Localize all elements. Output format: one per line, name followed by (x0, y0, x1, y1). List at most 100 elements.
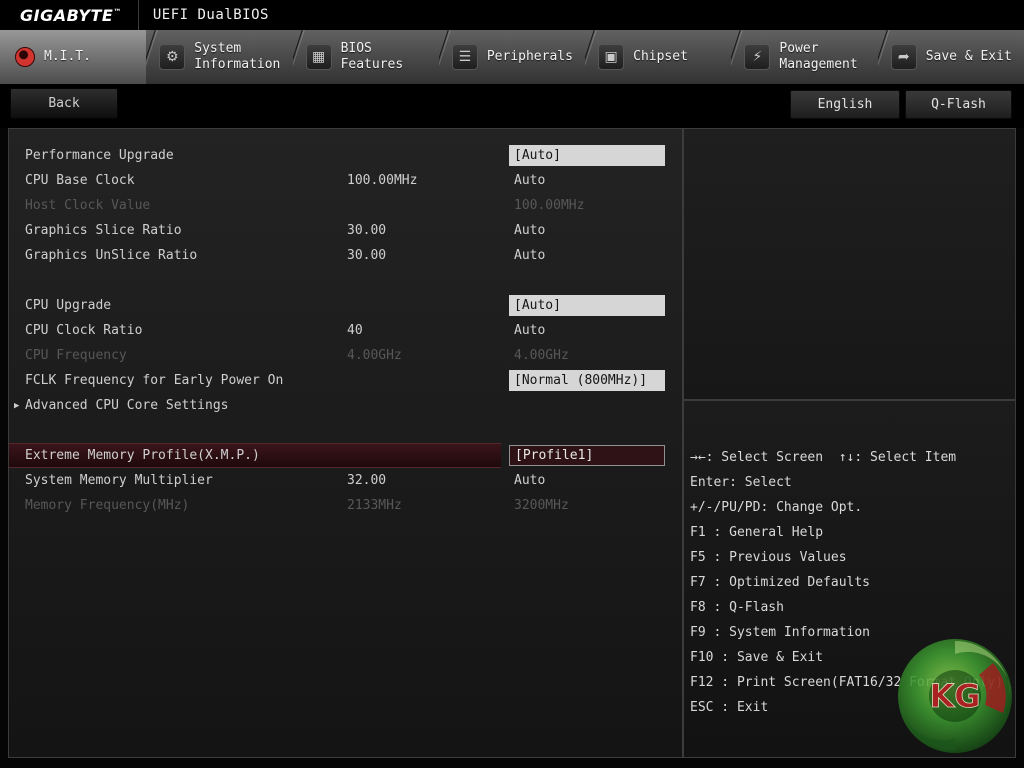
help-line: +/-/PU/PD: Change Opt. (690, 495, 1015, 520)
setting-row-main: CPU Frequency4.00GHz (9, 343, 501, 368)
setting-value-cell: 3200MHz (509, 498, 682, 513)
setting-current-value: 100.00MHz (347, 173, 493, 188)
tab-label: Chipset (633, 49, 727, 65)
setting-row[interactable]: Memory Frequency(MHz)2133MHz 3200MHz (9, 493, 682, 518)
setting-value-cell: [Auto] (509, 145, 682, 166)
setting-label: Performance Upgrade (9, 148, 347, 163)
setting-option-value: 100.00MHz (509, 198, 682, 213)
brand-text: GIGABYTE (20, 6, 113, 25)
setting-value-cell: Auto (509, 223, 682, 238)
setting-value-cell: 4.00GHz (509, 348, 682, 363)
setting-row[interactable]: ▶Advanced CPU Core Settings (9, 393, 682, 418)
setting-option-box[interactable]: [Profile1] (509, 445, 665, 466)
setting-current-value: 2133MHz (347, 498, 493, 513)
bios-title: UEFI DualBIOS (139, 7, 269, 23)
setting-label: Extreme Memory Profile(X.M.P.) (9, 448, 347, 463)
setting-current-value: 4.00GHz (347, 348, 493, 363)
setting-value-cell: [Profile1] (509, 445, 682, 466)
tab-chipset[interactable]: ▣ Chipset (585, 30, 731, 84)
setting-row[interactable]: Extreme Memory Profile(X.M.P.) [Profile1] (9, 443, 682, 468)
tab-save-exit[interactable]: ➦Save & Exit (878, 30, 1024, 84)
setting-option-value: Auto (509, 173, 682, 188)
settings-list: Performance Upgrade[Auto]CPU Base Clock1… (9, 129, 682, 518)
setting-value-cell: [Normal (800MHz)] (509, 370, 682, 391)
setting-row-main: Extreme Memory Profile(X.M.P.) (9, 443, 501, 468)
tab-label: Power Management (779, 41, 873, 74)
setting-row[interactable]: CPU Clock Ratio40 Auto (9, 318, 682, 343)
setting-current-value: 30.00 (347, 223, 493, 238)
help-line: F1 : General Help (690, 520, 1015, 545)
setting-row[interactable]: Graphics Slice Ratio30.00 Auto (9, 218, 682, 243)
setting-row[interactable]: FCLK Frequency for Early Power On [Normal… (9, 368, 682, 393)
setting-option-value: 3200MHz (509, 498, 682, 513)
setting-label: FCLK Frequency for Early Power On (9, 373, 347, 388)
trademark-symbol: ™ (113, 7, 122, 16)
help-line: →←: Select Screen ↑↓: Select Item (690, 445, 1015, 470)
save-exit-icon: ➦ (891, 44, 917, 70)
setting-current-value: 40 (347, 323, 493, 338)
setting-row-main: FCLK Frequency for Early Power On (9, 368, 501, 393)
qflash-button[interactable]: Q-Flash (905, 90, 1012, 119)
setting-row-main: Memory Frequency(MHz)2133MHz (9, 493, 501, 518)
tab-power-management[interactable]: ⚡Power Management (731, 30, 877, 84)
toolbar: Back English Q-Flash (0, 84, 1024, 128)
help-line: Enter: Select (690, 470, 1015, 495)
setting-row[interactable]: CPU Upgrade [Auto] (9, 293, 682, 318)
setting-label: Graphics Slice Ratio (9, 223, 347, 238)
chipset-icon: ▣ (598, 44, 624, 70)
english-button[interactable]: English (790, 90, 900, 119)
setting-value-cell: Auto (509, 248, 682, 263)
uefi-screen: GIGABYTE™ UEFI DualBIOS M.I.T.⚙System In… (0, 0, 1024, 768)
info-panel (683, 128, 1016, 400)
setting-option-box[interactable]: [Auto] (509, 145, 665, 166)
setting-option-value: Auto (509, 473, 682, 488)
kitguru-watermark-logo: KG (893, 633, 1017, 757)
watermark-text: KG (929, 677, 980, 715)
setting-value-cell: 100.00MHz (509, 198, 682, 213)
setting-label: System Memory Multiplier (9, 473, 347, 488)
settings-spacer (9, 418, 682, 443)
setting-row[interactable]: System Memory Multiplier32.00 Auto (9, 468, 682, 493)
tab-label: BIOS Features (341, 41, 435, 74)
setting-value-cell: Auto (509, 473, 682, 488)
setting-value-cell: Auto (509, 323, 682, 338)
back-button[interactable]: Back (10, 88, 118, 119)
setting-row-main: CPU Base Clock100.00MHz (9, 168, 501, 193)
setting-label: CPU Base Clock (9, 173, 347, 188)
tab-peripherals[interactable]: ☰ Peripherals (439, 30, 585, 84)
settings-spacer (9, 268, 682, 293)
setting-row[interactable]: CPU Frequency4.00GHz4.00GHz (9, 343, 682, 368)
bios-features-icon: ▦ (306, 44, 332, 70)
tab-label: Peripherals (487, 49, 581, 65)
setting-option-value: 4.00GHz (509, 348, 682, 363)
setting-current-value: 32.00 (347, 473, 493, 488)
setting-row-main: ▶Advanced CPU Core Settings (9, 393, 501, 418)
setting-row[interactable]: Performance Upgrade [Auto] (9, 143, 682, 168)
tab-m-i-t[interactable]: M.I.T. (0, 30, 146, 84)
setting-row[interactable]: Graphics UnSlice Ratio30.00 Auto (9, 243, 682, 268)
setting-label: Host Clock Value (9, 198, 347, 213)
submenu-arrow-icon: ▶ (14, 401, 19, 411)
setting-row-main: System Memory Multiplier32.00 (9, 468, 501, 493)
tab-label: System Information (194, 41, 288, 74)
setting-option-box[interactable]: [Auto] (509, 295, 665, 316)
setting-option-value: Auto (509, 248, 682, 263)
setting-row[interactable]: Host Clock Value 100.00MHz (9, 193, 682, 218)
setting-row-main: Graphics UnSlice Ratio30.00 (9, 243, 501, 268)
setting-option-value: Auto (509, 323, 682, 338)
peripherals-icon: ☰ (452, 44, 478, 70)
content-area: Performance Upgrade[Auto]CPU Base Clock1… (8, 128, 1016, 758)
setting-current-value: 30.00 (347, 248, 493, 263)
setting-option-box[interactable]: [Normal (800MHz)] (509, 370, 665, 391)
setting-row-main: Host Clock Value (9, 193, 501, 218)
tab-system-information[interactable]: ⚙System Information (146, 30, 292, 84)
tab-bios-features[interactable]: ▦ BIOS Features (293, 30, 439, 84)
setting-row-main: CPU Clock Ratio40 (9, 318, 501, 343)
setting-value-cell: [Auto] (509, 295, 682, 316)
setting-label: CPU Clock Ratio (9, 323, 347, 338)
setting-label: CPU Frequency (9, 348, 347, 363)
setting-row-main: CPU Upgrade (9, 293, 501, 318)
setting-row[interactable]: CPU Base Clock100.00MHz Auto (9, 168, 682, 193)
setting-label: Graphics UnSlice Ratio (9, 248, 347, 263)
setting-label: Memory Frequency(MHz) (9, 498, 347, 513)
